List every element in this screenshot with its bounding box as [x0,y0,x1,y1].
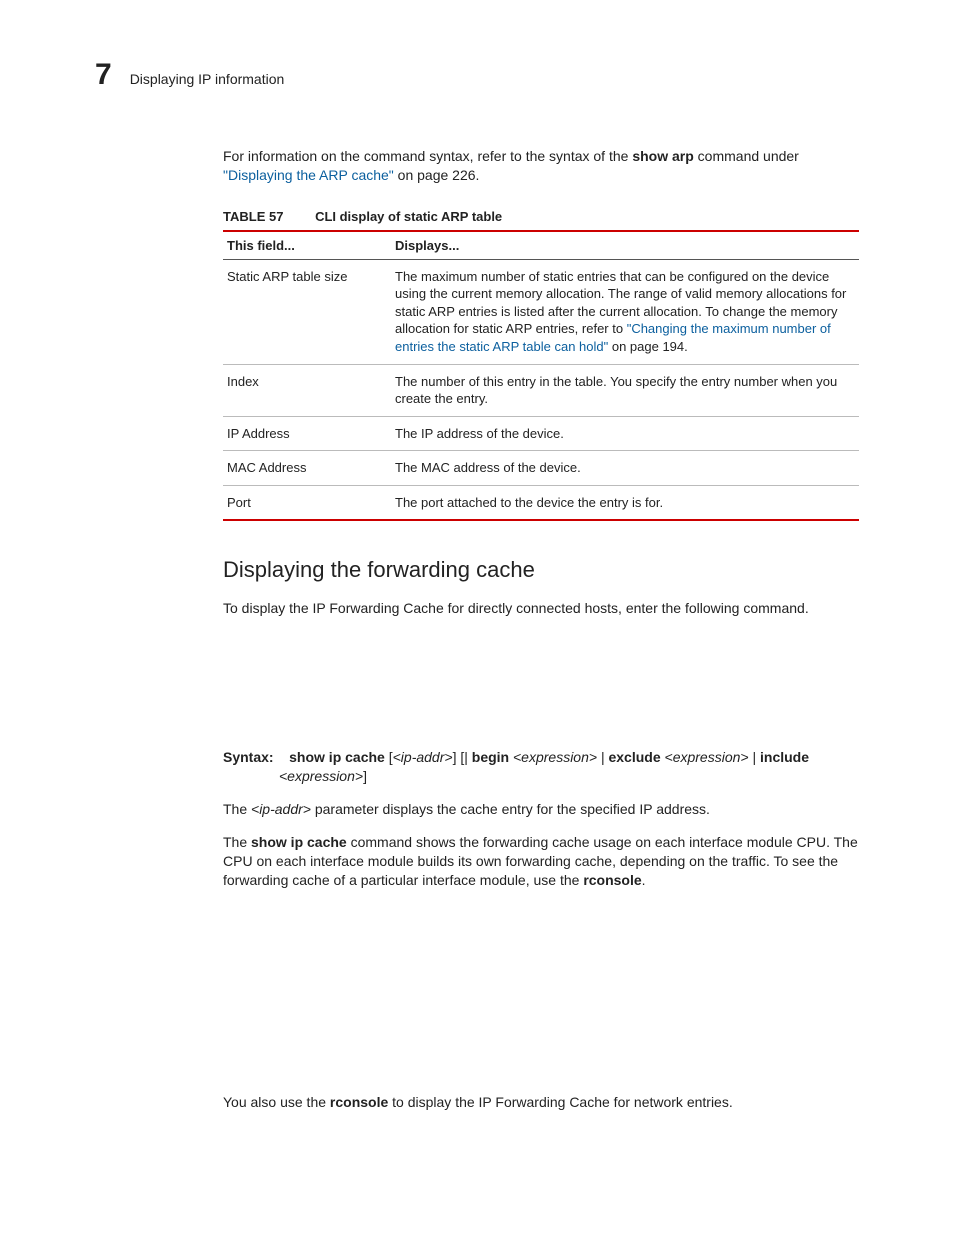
syntax-kw-begin: begin [472,749,509,765]
cell-field: Port [223,485,391,520]
cell-displays: The IP address of the device. [391,416,859,451]
text: You also use the [223,1094,330,1110]
text: The [223,834,251,850]
cell-displays: The maximum number of static entries tha… [391,259,859,364]
syntax-kw-exclude: exclude [608,749,660,765]
desc-post: on page 194. [608,339,688,354]
cmd: show ip cache [251,834,347,850]
col-header-field: This field... [223,231,391,260]
intro-pre: For information on the command syntax, r… [223,148,632,164]
intro-post: command under [694,148,799,164]
text: parameter displays the cache entry for t… [311,801,710,817]
intro-cmd: show arp [632,148,693,164]
intro-after-link: on page 226. [394,167,480,183]
syntax-pipe: | [749,749,760,765]
chapter-number: 7 [95,58,112,92]
cell-field: Static ARP table size [223,259,391,364]
syntax-seg: ] [| [453,749,472,765]
syntax-cmd: show ip cache [289,749,385,765]
syntax-line2: <expression>] [223,767,859,786]
text: The [223,801,251,817]
cmd-rconsole: rconsole [583,872,641,888]
syntax-arg: <ip-addr> [393,749,453,765]
para-rconsole-network: You also use the rconsole to display the… [223,1093,859,1112]
para-show-ip-cache: The show ip cache command shows the forw… [223,833,859,890]
subheading-forwarding-cache: Displaying the forwarding cache [223,557,859,583]
intro-link[interactable]: "Displaying the ARP cache" [223,167,394,183]
syntax-label: Syntax: [223,749,274,765]
static-arp-table: This field... Displays... Static ARP tab… [223,230,859,521]
syntax-close: ] [363,768,367,784]
syntax-arg: <expression> [665,749,749,765]
table-title: CLI display of static ARP table [315,209,502,224]
cmd-rconsole: rconsole [330,1094,388,1110]
cell-displays: The port attached to the device the entr… [391,485,859,520]
text: to display the IP Forwarding Cache for n… [388,1094,732,1110]
table-row: Index The number of this entry in the ta… [223,364,859,416]
arg: <ip-addr> [251,801,311,817]
cell-displays: The MAC address of the device. [391,451,859,486]
table-row: IP Address The IP address of the device. [223,416,859,451]
syntax-arg: <expression> [513,749,597,765]
intro-paragraph: For information on the command syntax, r… [223,147,859,185]
content-block: For information on the command syntax, r… [223,147,859,1112]
cell-field: IP Address [223,416,391,451]
col-header-displays: Displays... [391,231,859,260]
table-row: Port The port attached to the device the… [223,485,859,520]
spacer [223,903,859,1093]
syntax-kw-include: include [760,749,809,765]
cell-field: Index [223,364,391,416]
section-title: Displaying IP information [130,71,285,87]
forwarding-intro: To display the IP Forwarding Cache for d… [223,599,859,618]
syntax-seg: [ [385,749,393,765]
table-caption: TABLE 57 CLI display of static ARP table [223,209,859,224]
document-page: 7 Displaying IP information For informat… [0,0,954,1235]
syntax-arg: <expression> [279,768,363,784]
cell-field: MAC Address [223,451,391,486]
text: . [642,872,646,888]
table-label: TABLE 57 [223,209,283,224]
syntax-pipe: | [597,749,608,765]
cell-displays: The number of this entry in the table. Y… [391,364,859,416]
table-row: MAC Address The MAC address of the devic… [223,451,859,486]
running-header: 7 Displaying IP information [95,58,859,92]
para-ipaddr: The <ip-addr> parameter displays the cac… [223,800,859,819]
table-header-row: This field... Displays... [223,231,859,260]
table-row: Static ARP table size The maximum number… [223,259,859,364]
syntax-block: Syntax: show ip cache [<ip-addr>] [| beg… [223,748,859,786]
